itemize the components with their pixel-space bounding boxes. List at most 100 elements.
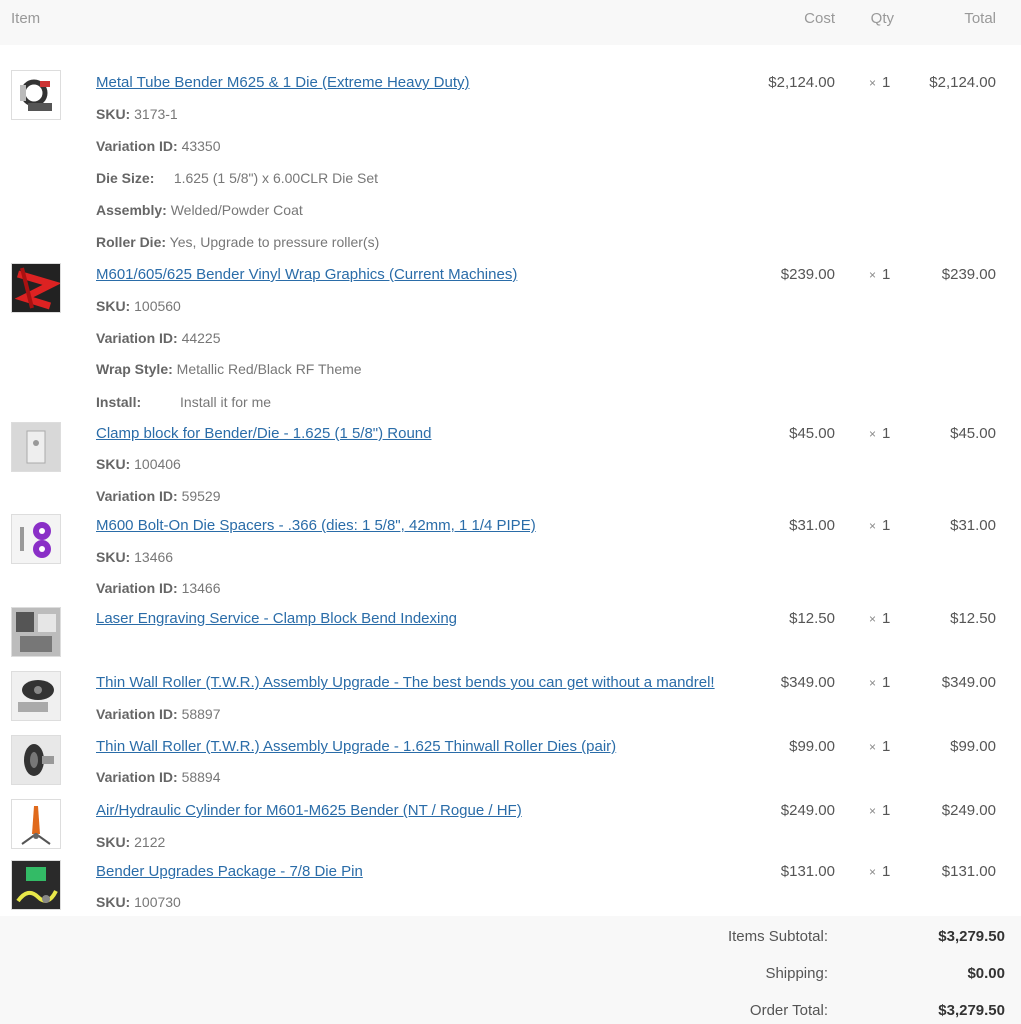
meta-value: 13466 xyxy=(134,549,174,565)
qty-multiply-symbol: × xyxy=(869,740,877,754)
qty-multiply-symbol: × xyxy=(869,427,877,441)
item-qty: × 1 xyxy=(869,674,890,691)
qty-multiply-symbol: × xyxy=(869,519,877,533)
item-cost: $239.00 xyxy=(780,266,835,283)
item-meta-variation: Variation ID: 13466 xyxy=(96,580,221,596)
meta-label: Die Size: xyxy=(96,170,155,186)
meta-label: Variation ID: xyxy=(96,706,178,722)
item-meta-sku: SKU: 13466 xyxy=(96,549,173,565)
meta-value: 59529 xyxy=(181,488,221,504)
qty-value: 1 xyxy=(882,674,891,691)
meta-value: 2122 xyxy=(134,834,166,850)
item-meta-variation: Variation ID: 44225 xyxy=(96,330,221,346)
meta-value: Metallic Red/Black RF Theme xyxy=(176,361,362,377)
item-cost: $31.00 xyxy=(789,517,835,534)
meta-value: 100560 xyxy=(134,298,181,314)
table-header: Item Cost Qty Total xyxy=(0,0,1021,45)
item-cost: $249.00 xyxy=(780,802,835,819)
item-meta-sku: SKU: 100406 xyxy=(96,456,181,472)
column-header-total: Total xyxy=(964,10,996,27)
product-thumbnail[interactable] xyxy=(11,735,61,785)
meta-label: SKU: xyxy=(96,456,131,472)
item-total: $12.50 xyxy=(950,610,996,627)
qty-value: 1 xyxy=(882,610,891,627)
meta-value: 44225 xyxy=(181,330,221,346)
product-name-link[interactable]: Clamp block for Bender/Die - 1.625 (1 5/… xyxy=(96,425,432,442)
meta-label: SKU: xyxy=(96,549,131,565)
item-qty: × 1 xyxy=(869,517,890,534)
qty-multiply-symbol: × xyxy=(869,612,877,626)
column-header-item: Item xyxy=(11,10,41,27)
column-header-cost: Cost xyxy=(804,10,835,27)
item-qty: × 1 xyxy=(869,802,890,819)
item-meta-assembly: Assembly: Welded/Powder Coat xyxy=(96,202,303,218)
meta-value: Yes, Upgrade to pressure roller(s) xyxy=(169,234,380,250)
item-total: $239.00 xyxy=(941,266,996,283)
product-name-link[interactable]: Bender Upgrades Package - 7/8 Die Pin xyxy=(96,863,363,880)
item-cost: $99.00 xyxy=(789,738,835,755)
meta-label: Variation ID: xyxy=(96,138,178,154)
meta-label: Variation ID: xyxy=(96,580,178,596)
item-cost: $2,124.00 xyxy=(768,74,835,91)
subtotal-label: Items Subtotal: xyxy=(727,928,828,945)
product-thumbnail[interactable] xyxy=(11,514,61,564)
product-name-link[interactable]: M600 Bolt-On Die Spacers - .366 (dies: 1… xyxy=(96,517,536,534)
meta-label: Variation ID: xyxy=(96,769,178,785)
shipping-value: $0.00 xyxy=(967,965,1005,982)
product-thumbnail[interactable] xyxy=(11,671,61,721)
meta-label: Roller Die: xyxy=(96,234,167,250)
order-total-value: $3,279.50 xyxy=(938,1002,1005,1019)
item-qty: × 1 xyxy=(869,74,890,91)
meta-value: 43350 xyxy=(181,138,221,154)
meta-label: SKU: xyxy=(96,894,131,910)
product-thumbnail[interactable] xyxy=(11,860,61,910)
meta-label: Variation ID: xyxy=(96,488,178,504)
product-name-link[interactable]: M601/605/625 Bender Vinyl Wrap Graphics … xyxy=(96,266,517,283)
item-qty: × 1 xyxy=(869,610,890,627)
meta-value: 13466 xyxy=(181,580,221,596)
product-name-link[interactable]: Air/Hydraulic Cylinder for M601-M625 Ben… xyxy=(96,802,522,819)
meta-value: Install it for me xyxy=(180,394,272,410)
item-qty: × 1 xyxy=(869,863,890,880)
item-meta-die-size: Die Size: 1.625 (1 5/8") x 6.00CLR Die S… xyxy=(96,170,378,186)
qty-multiply-symbol: × xyxy=(869,268,877,282)
item-qty: × 1 xyxy=(869,425,890,442)
column-header-qty: Qty xyxy=(870,10,894,27)
qty-value: 1 xyxy=(882,738,891,755)
item-total: $131.00 xyxy=(941,863,996,880)
product-name-link[interactable]: Metal Tube Bender M625 & 1 Die (Extreme … xyxy=(96,74,470,91)
item-meta-sku: SKU: 3173-1 xyxy=(96,106,178,122)
product-thumbnail[interactable] xyxy=(11,263,61,313)
subtotal-value: $3,279.50 xyxy=(938,928,1005,945)
product-thumbnail[interactable] xyxy=(11,70,61,120)
meta-label: SKU: xyxy=(96,298,131,314)
meta-label: SKU: xyxy=(96,106,131,122)
item-total: $249.00 xyxy=(941,802,996,819)
meta-value: 100730 xyxy=(134,894,181,910)
product-name-link[interactable]: Thin Wall Roller (T.W.R.) Assembly Upgra… xyxy=(96,738,616,755)
item-meta-variation: Variation ID: 59529 xyxy=(96,488,221,504)
qty-multiply-symbol: × xyxy=(869,676,877,690)
meta-label: Wrap Style: xyxy=(96,361,173,377)
item-total: $2,124.00 xyxy=(929,74,996,91)
item-total: $99.00 xyxy=(950,738,996,755)
qty-value: 1 xyxy=(882,266,891,283)
meta-value: 58897 xyxy=(181,706,221,722)
meta-value: 58894 xyxy=(181,769,221,785)
order-total-label: Order Total: xyxy=(749,1002,828,1019)
meta-value: Welded/Powder Coat xyxy=(170,202,303,218)
meta-value: 100406 xyxy=(134,456,181,472)
meta-value: 1.625 (1 5/8") x 6.00CLR Die Set xyxy=(173,170,379,186)
product-thumbnail[interactable] xyxy=(11,422,61,472)
item-cost: $349.00 xyxy=(780,674,835,691)
product-thumbnail[interactable] xyxy=(11,607,61,657)
product-name-link[interactable]: Laser Engraving Service - Clamp Block Be… xyxy=(96,610,457,627)
item-meta-sku: SKU: 2122 xyxy=(96,834,165,850)
product-thumbnail[interactable] xyxy=(11,799,61,849)
item-qty: × 1 xyxy=(869,738,890,755)
product-name-link[interactable]: Thin Wall Roller (T.W.R.) Assembly Upgra… xyxy=(96,674,715,691)
item-cost: $45.00 xyxy=(789,425,835,442)
item-total: $349.00 xyxy=(941,674,996,691)
meta-label: Install: xyxy=(96,394,142,410)
item-meta-install: Install: Install it for me xyxy=(96,394,271,410)
